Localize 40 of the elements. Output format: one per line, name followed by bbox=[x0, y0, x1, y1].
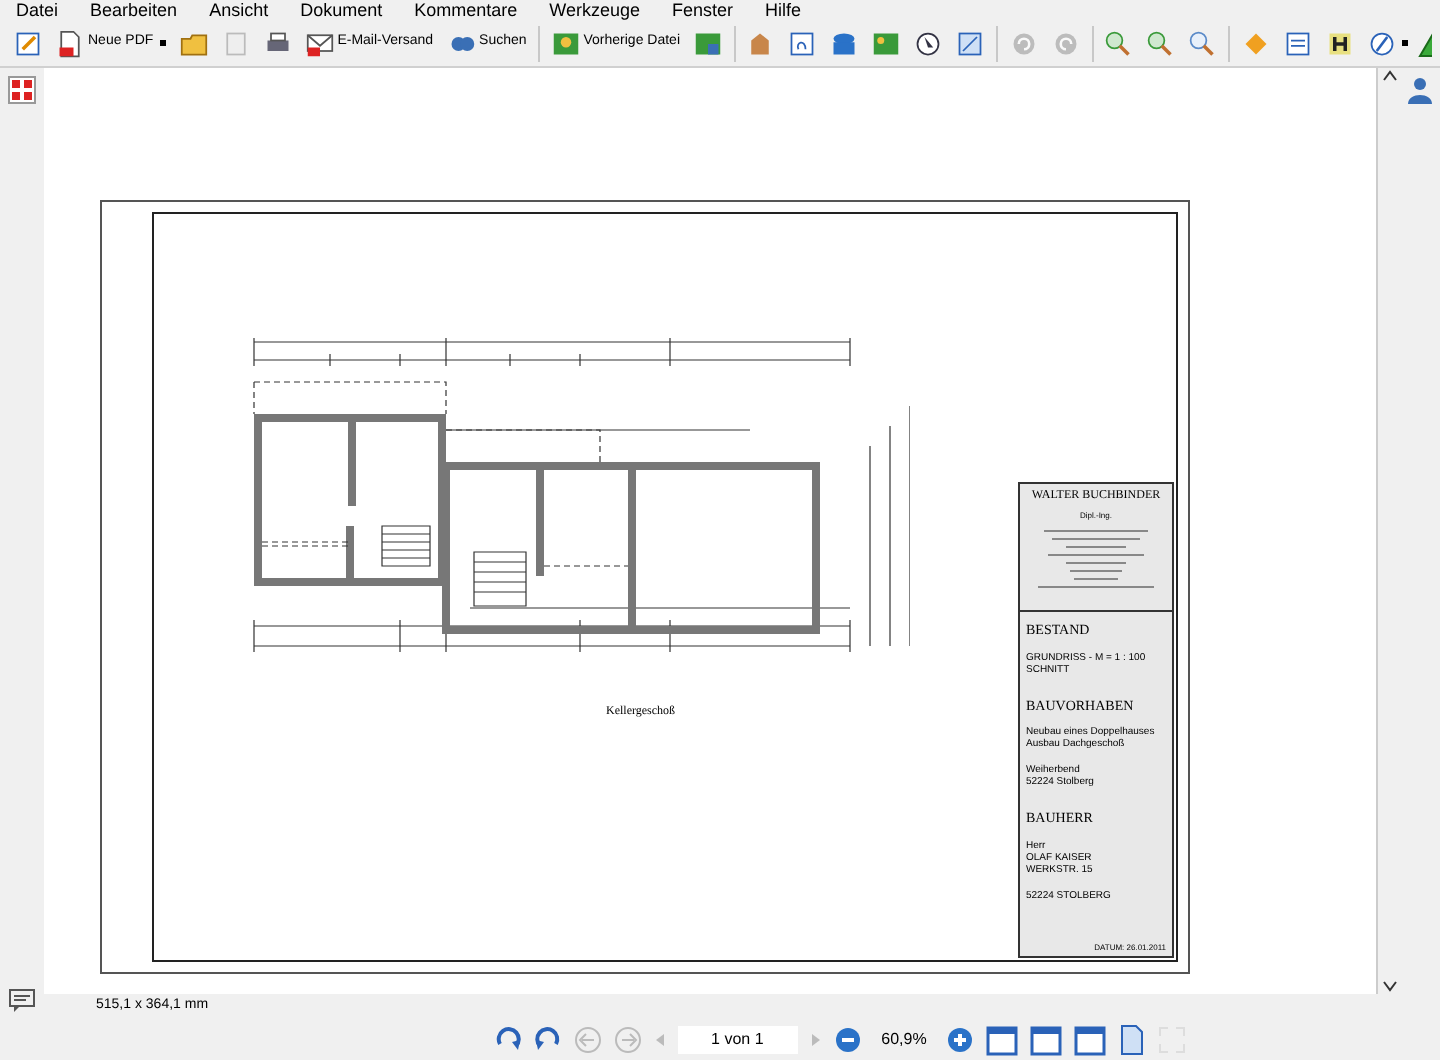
zoom-in-icon bbox=[1104, 29, 1133, 57]
menu-item[interactable]: Bearbeiten bbox=[90, 0, 178, 20]
scroll-up-icon[interactable] bbox=[1381, 68, 1397, 84]
comment-icon[interactable] bbox=[8, 988, 36, 1012]
page-icon[interactable] bbox=[1118, 1024, 1147, 1056]
edit-icon bbox=[14, 29, 42, 57]
undo-icon bbox=[1009, 29, 1038, 57]
menu-item[interactable]: Hilfe bbox=[765, 0, 802, 20]
zoom-out-icon[interactable] bbox=[833, 1026, 862, 1054]
highlight-icon bbox=[1325, 29, 1354, 57]
redo-icon bbox=[1051, 29, 1080, 57]
pages-panel-button[interactable] bbox=[8, 76, 36, 104]
menu-item[interactable]: Dokument bbox=[300, 0, 383, 20]
person-icon[interactable] bbox=[1406, 76, 1434, 104]
scroll-down-icon[interactable] bbox=[1381, 978, 1397, 994]
actual-size-icon[interactable] bbox=[986, 1024, 1019, 1056]
search-icon bbox=[1188, 29, 1217, 57]
zoom-in-icon[interactable] bbox=[946, 1026, 975, 1054]
save-icon bbox=[221, 29, 250, 57]
pdf-file-icon bbox=[56, 29, 84, 57]
rotate-icon[interactable] bbox=[533, 1026, 562, 1054]
menu-item[interactable]: Ansicht bbox=[209, 0, 269, 20]
form-icon bbox=[1283, 29, 1312, 57]
grid-icon bbox=[12, 80, 32, 100]
fit-width-icon[interactable] bbox=[1074, 1024, 1107, 1056]
printer-icon bbox=[263, 29, 292, 57]
picture-icon bbox=[551, 29, 580, 57]
fit-page-icon[interactable] bbox=[1030, 1024, 1063, 1056]
zoom-dropdown[interactable]: 60,9% bbox=[873, 1028, 935, 1052]
folder-icon bbox=[179, 29, 208, 57]
picture-icon bbox=[872, 29, 901, 57]
menu-item[interactable]: Kommentare bbox=[414, 0, 518, 20]
rotate-icon[interactable] bbox=[493, 1026, 522, 1054]
menu-item[interactable]: Werkzeuge bbox=[549, 0, 640, 20]
picture-icon bbox=[694, 29, 723, 57]
menu-item[interactable]: Fenster bbox=[672, 0, 734, 20]
envelope-icon bbox=[305, 29, 334, 57]
page-number-field[interactable]: 1 von 1 bbox=[677, 1026, 798, 1054]
zoom-out-icon bbox=[1146, 29, 1175, 57]
menu-item[interactable]: Datei bbox=[16, 0, 59, 20]
